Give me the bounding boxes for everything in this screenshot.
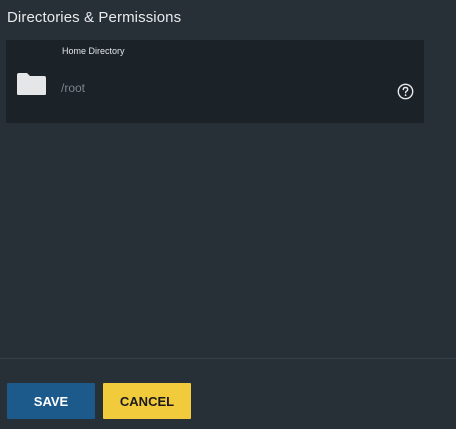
footer-divider <box>0 358 456 359</box>
cancel-button[interactable]: CANCEL <box>103 383 191 419</box>
home-directory-input[interactable] <box>61 79 381 97</box>
save-button[interactable]: SAVE <box>7 383 95 419</box>
help-circle-icon[interactable] <box>397 83 414 100</box>
folder-icon <box>17 73 46 95</box>
home-directory-label: Home Directory <box>62 46 125 56</box>
page: Directories & Permissions Home Directory… <box>0 0 456 429</box>
section-title: Directories & Permissions <box>7 9 182 26</box>
